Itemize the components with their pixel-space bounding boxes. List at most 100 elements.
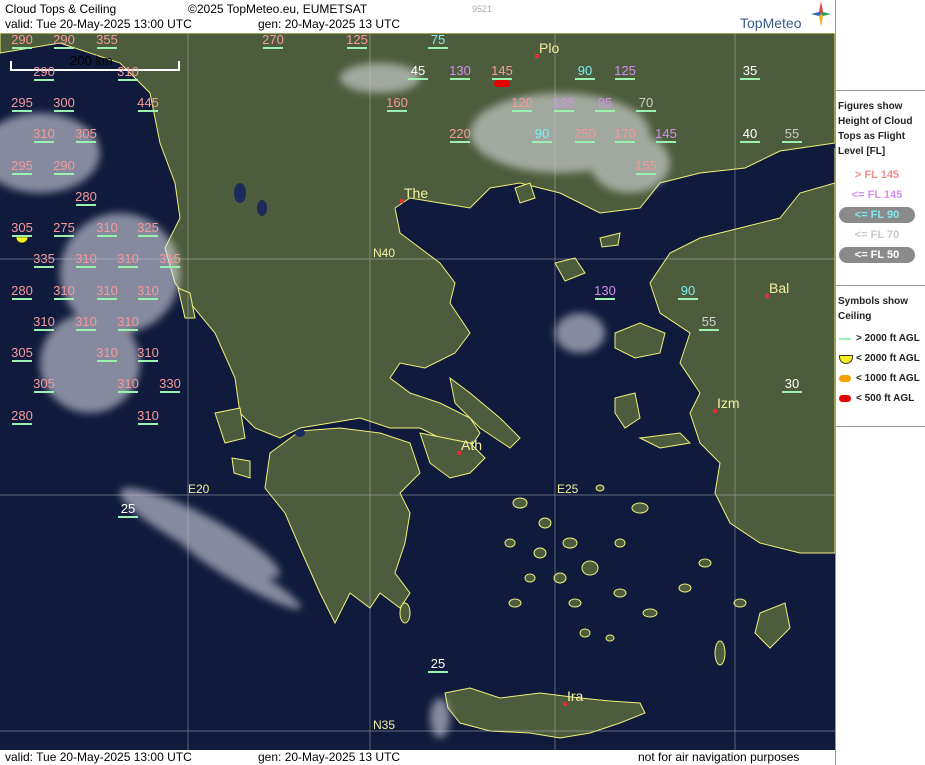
satellite-map[interactable]: 200 km N40 E20 E25 N35 Plo The Bal Izm Ath Ir… xyxy=(0,33,835,750)
cloud-top-label: 310 xyxy=(75,251,97,266)
ceiling-line-icon xyxy=(839,338,851,340)
symbol-row: < 2000 ft AGL xyxy=(836,352,925,366)
cloud-top-label: 25 xyxy=(431,656,445,671)
cloud-top-label: 295 xyxy=(11,158,33,173)
ceiling-line-symbol xyxy=(138,235,158,237)
legend-item: <= FL 70 xyxy=(854,229,900,241)
topmeteo-logo: TopMeteo xyxy=(740,15,802,31)
ceiling-line-symbol xyxy=(34,329,54,331)
ceiling-line-symbol xyxy=(740,141,760,143)
cloud-top-label: 310 xyxy=(117,376,139,391)
ceiling-line-symbol xyxy=(428,671,448,673)
cloud-top-label: 310 xyxy=(33,314,55,329)
cloud-top-label: 305 xyxy=(33,376,55,391)
legend-item: > FL 145 xyxy=(854,169,900,181)
ceiling-line-symbol xyxy=(76,141,96,143)
cloud-top-label: 295 xyxy=(11,95,33,110)
ceiling-line-symbol xyxy=(636,173,656,175)
ceiling-pill-icon xyxy=(839,375,851,382)
cloud-top-label: 70 xyxy=(639,95,653,110)
cloud-top-label: 90 xyxy=(681,283,695,298)
cloud-top-label: 45 xyxy=(411,63,425,78)
symbol-label: < 1000 ft AGL xyxy=(856,373,920,384)
cloud-top-label: 335 xyxy=(33,251,55,266)
ceiling-line-symbol xyxy=(34,79,54,81)
map-canvas: 200 km N40 E20 E25 N35 Plo The Bal Izm Ath Ir… xyxy=(0,33,835,750)
ceiling-line-symbol xyxy=(97,298,117,300)
cloud-top-label: 310 xyxy=(96,283,118,298)
cloud-top-label: 55 xyxy=(702,314,716,329)
cloud-top-label: 310 xyxy=(75,314,97,329)
cloud-top-label: 25 xyxy=(121,501,135,516)
grid-label-e20: E20 xyxy=(188,482,210,496)
cloud-top-label: 300 xyxy=(53,95,75,110)
counter-text: 9521 xyxy=(472,4,493,14)
footer-bar: valid: Tue 20-May-2025 13:00 UTC gen: 20… xyxy=(0,750,835,765)
ceiling-line-symbol xyxy=(450,78,470,80)
cloud-top-label: 315 xyxy=(159,251,181,266)
ceiling-line-symbol xyxy=(740,78,760,80)
ceiling-line-symbol xyxy=(12,360,32,362)
ceiling-line-symbol xyxy=(12,298,32,300)
symbol-row: < 1000 ft AGL xyxy=(836,372,925,386)
symbol-row: > 2000 ft AGL xyxy=(836,332,925,346)
ceiling-line-symbol xyxy=(138,423,158,425)
cloud-top-label: 220 xyxy=(449,126,471,141)
ceiling-line-symbol xyxy=(138,110,158,112)
ceiling-line-symbol xyxy=(428,47,448,49)
legend-item: <= FL 50 xyxy=(839,247,915,263)
symbol-label: > 2000 ft AGL xyxy=(856,333,920,344)
cloud-top-label: 280 xyxy=(11,283,33,298)
grid-label-n35: N35 xyxy=(373,718,395,732)
grid-label-n40: N40 xyxy=(373,246,395,260)
grid-label-e25: E25 xyxy=(557,482,579,496)
legend-title-line-2: Height of Cloud xyxy=(838,116,913,127)
cloud-top-label: 55 xyxy=(785,126,799,141)
cloud-top-label: 125 xyxy=(346,33,368,47)
cloud-top-label: 280 xyxy=(75,189,97,204)
ceiling-line-symbol xyxy=(532,141,552,143)
ceiling-line-symbol xyxy=(34,391,54,393)
ceiling-line-symbol xyxy=(118,79,138,81)
ceiling-half-icon xyxy=(839,355,853,364)
cloud-top-label: 130 xyxy=(594,283,616,298)
cloud-top-label: 310 xyxy=(137,408,159,423)
ceiling-line-symbol xyxy=(636,110,656,112)
legend-sidebar: Figures show Height of Cloud Tops as Fli… xyxy=(835,0,925,765)
city-label-ath: Ath xyxy=(461,437,482,453)
ceiling-line-symbol xyxy=(347,47,367,49)
ceiling-line-symbol xyxy=(575,78,595,80)
ceiling-line-symbol xyxy=(54,235,74,237)
ceiling-line-symbol xyxy=(595,298,615,300)
cloud-top-legend: Figures show Height of Cloud Tops as Fli… xyxy=(836,90,925,286)
cloud-top-label: 170 xyxy=(614,126,636,141)
ceiling-line-symbol xyxy=(160,266,180,268)
cloud-top-label: 90 xyxy=(535,126,549,141)
ceiling-line-symbol xyxy=(450,141,470,143)
cloud-top-label: 145 xyxy=(655,126,677,141)
cloud-top-label: 325 xyxy=(137,220,159,235)
cloud-top-label: 290 xyxy=(33,64,55,79)
ceiling-line-symbol xyxy=(76,329,96,331)
cloud-top-label: 155 xyxy=(635,158,657,173)
ceiling-line-symbol xyxy=(12,173,32,175)
ceiling-line-symbol xyxy=(97,360,117,362)
scale-bar-label: 200 km xyxy=(70,53,113,68)
cloud-top-label: 270 xyxy=(262,33,284,47)
cloud-top-label: 310 xyxy=(33,126,55,141)
ceiling-line-symbol xyxy=(782,141,802,143)
footer-generated-time: gen: 20-May-2025 13 UTC xyxy=(258,750,401,764)
ceiling-line-symbol xyxy=(12,110,32,112)
generated-time: gen: 20-May-2025 13 UTC xyxy=(258,17,401,31)
cloud-top-label: 310 xyxy=(137,283,159,298)
ceiling-line-symbol xyxy=(54,298,74,300)
ceiling-line-symbol xyxy=(12,47,32,49)
cloud-top-label: 35 xyxy=(743,63,757,78)
ceiling-line-symbol xyxy=(160,391,180,393)
cloud-top-label: 310 xyxy=(137,345,159,360)
ceiling-line-symbol xyxy=(54,173,74,175)
ceiling-pill-icon xyxy=(839,395,851,402)
cloud-top-label: 445 xyxy=(137,95,159,110)
cloud-top-label: 330 xyxy=(159,376,181,391)
ceiling-line-symbol xyxy=(387,110,407,112)
